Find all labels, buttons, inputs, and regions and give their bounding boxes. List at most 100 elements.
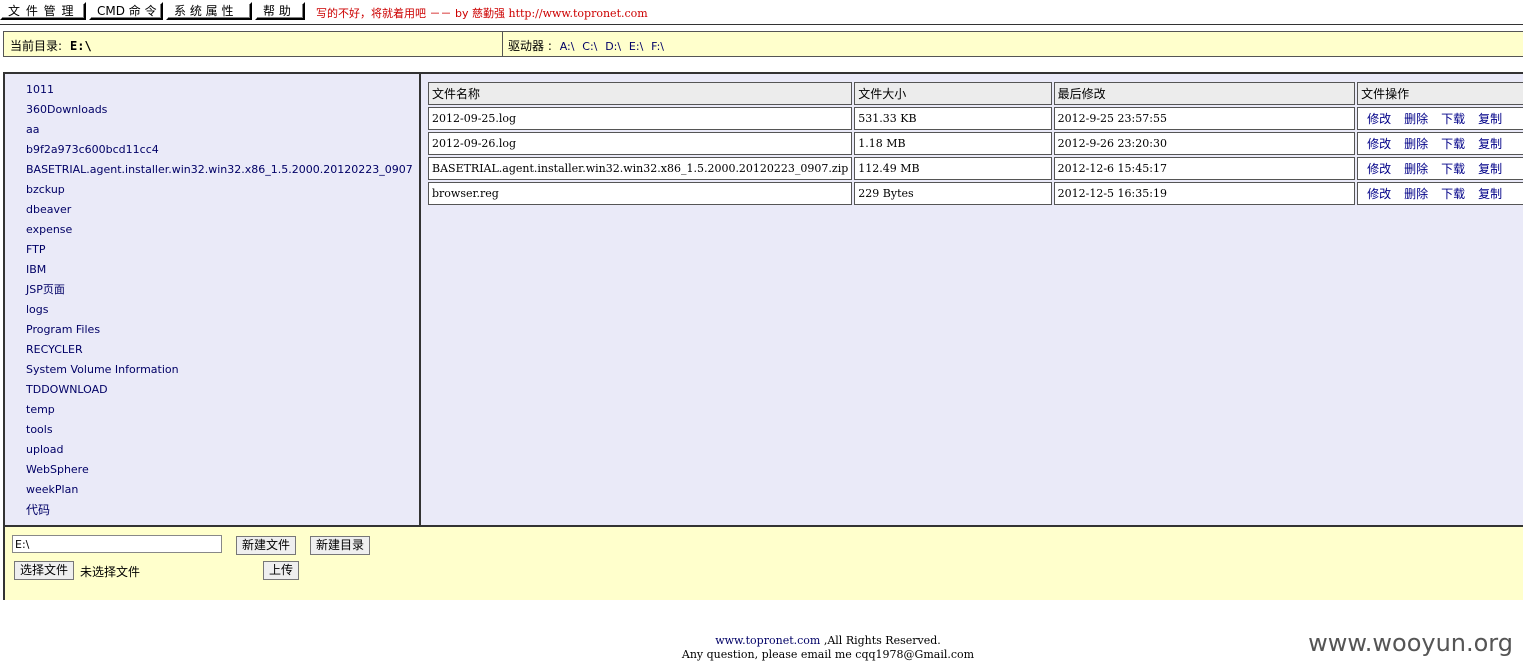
drive-d-link[interactable]: D:\ [605, 40, 621, 53]
drive-c-link[interactable]: C:\ [582, 40, 597, 53]
header-file-name: 文件名称 [428, 82, 853, 105]
file-name: BASETRIAL.agent.installer.win32.win32.x8… [428, 157, 853, 180]
folder-link[interactable]: upload [26, 443, 63, 457]
delete-link[interactable]: 删除 [1404, 162, 1428, 176]
footer: www.topronet.com ,All Rights Reserved. A… [0, 634, 1523, 662]
table-row: BASETRIAL.agent.installer.win32.win32.x8… [428, 157, 1523, 180]
file-modified: 2012-12-6 15:45:17 [1053, 157, 1356, 180]
folder-link[interactable]: weekPlan [26, 483, 78, 497]
folder-link[interactable]: RECYCLER [26, 343, 83, 357]
file-actions: 修改 删除 下载 复制 [1357, 132, 1523, 155]
menu-help[interactable]: 帮 助 [255, 2, 305, 20]
folder-link[interactable]: temp [26, 403, 55, 417]
header-last-modified: 最后修改 [1053, 82, 1356, 105]
footer-copyright: www.topronet.com ,All Rights Reserved. [0, 634, 1523, 648]
folder-link[interactable]: 1011 [26, 83, 54, 97]
file-name: 2012-09-26.log [428, 132, 853, 155]
slogan-url: http://www.topronet.com [508, 7, 648, 20]
top-divider [0, 24, 1523, 25]
file-table: 文件名称 文件大小 最后修改 文件操作 2012-09-25.log 531.3… [426, 80, 1523, 207]
folder-link[interactable]: expense [26, 223, 72, 237]
file-size: 112.49 MB [854, 157, 1052, 180]
folder-link[interactable]: JSP页面 [26, 283, 65, 297]
folder-link[interactable]: 360Downloads [26, 103, 107, 117]
action-panel: 新建文件 新建目录 选择文件 未选择文件 上传 [5, 525, 1523, 600]
copy-link[interactable]: 复制 [1478, 187, 1502, 201]
header-file-actions: 文件操作 [1357, 82, 1523, 105]
drive-a-link[interactable]: A:\ [560, 40, 575, 53]
file-actions: 修改 删除 下载 复制 [1357, 107, 1523, 130]
file-size: 1.18 MB [854, 132, 1052, 155]
folder-link[interactable]: aa [26, 123, 39, 137]
folder-link[interactable]: dbeaver [26, 203, 71, 217]
copy-link[interactable]: 复制 [1478, 137, 1502, 151]
choose-file-button[interactable]: 选择文件 [14, 561, 75, 580]
folder-link[interactable]: tools [26, 423, 53, 437]
current-directory-label: 当前目录: [10, 39, 63, 53]
file-name: browser.reg [428, 182, 853, 205]
file-table-header: 文件名称 文件大小 最后修改 文件操作 [428, 82, 1523, 105]
no-file-chosen-label: 未选择文件 [80, 565, 141, 579]
path-bar: 当前目录: E:\ 驱动器 : A:\ C:\ D:\ E:\ F:\ [3, 31, 1523, 57]
footer-contact: Any question, please email me cqq1978@Gm… [681, 648, 975, 661]
file-modified: 2012-9-26 23:20:30 [1053, 132, 1356, 155]
delete-link[interactable]: 删除 [1404, 137, 1428, 151]
folder-link[interactable]: bzckup [26, 183, 65, 197]
author-slogan: 写的不好，将就着用吧 －－ by 慈勤强 http://www.topronet… [316, 5, 648, 21]
upload-button[interactable]: 上传 [263, 561, 300, 580]
folder-link[interactable]: WebSphere [26, 463, 89, 477]
file-size: 229 Bytes [854, 182, 1052, 205]
file-modified: 2012-9-25 23:57:55 [1053, 107, 1356, 130]
menu-system-properties[interactable]: 系 统 属 性 [166, 2, 252, 20]
folder-sidebar: 1011 360Downloads aa b9f2a973c600bcd11cc… [5, 74, 421, 525]
download-link[interactable]: 下载 [1441, 162, 1465, 176]
copy-link[interactable]: 复制 [1478, 162, 1502, 176]
new-file-button[interactable]: 新建文件 [236, 536, 297, 555]
folder-link[interactable]: BASETRIAL.agent.installer.win32.win32.x8… [26, 163, 413, 177]
drive-list: 驱动器 : A:\ C:\ D:\ E:\ F:\ [508, 37, 664, 54]
download-link[interactable]: 下载 [1441, 187, 1465, 201]
edit-link[interactable]: 修改 [1367, 137, 1391, 151]
copy-link[interactable]: 复制 [1478, 112, 1502, 126]
watermark: www.wooyun.org [1308, 629, 1513, 657]
delete-link[interactable]: 删除 [1404, 112, 1428, 126]
download-link[interactable]: 下载 [1441, 112, 1465, 126]
download-link[interactable]: 下载 [1441, 137, 1465, 151]
drives-label: 驱动器 : [508, 39, 552, 53]
table-row: browser.reg 229 Bytes 2012-12-5 16:35:19… [428, 182, 1523, 205]
current-directory: 当前目录: E:\ [10, 37, 92, 54]
file-size: 531.33 KB [854, 107, 1052, 130]
file-name: 2012-09-25.log [428, 107, 853, 130]
folder-link[interactable]: System Volume Information [26, 363, 179, 377]
file-modified: 2012-12-5 16:35:19 [1053, 182, 1356, 205]
top-menu-bar: 文 件 管 理 CMD 命 令 系 统 属 性 帮 助 写的不好，将就着用吧 －… [0, 0, 1523, 24]
folder-link[interactable]: b9f2a973c600bcd11cc4 [26, 143, 159, 157]
menu-cmd-command[interactable]: CMD 命 令 [89, 2, 163, 20]
path-bar-divider [502, 32, 503, 56]
file-actions: 修改 删除 下载 复制 [1357, 182, 1523, 205]
folder-link[interactable]: 代码 [26, 503, 50, 517]
drive-f-link[interactable]: F:\ [651, 40, 664, 53]
menu-file-manager[interactable]: 文 件 管 理 [0, 2, 86, 20]
file-actions: 修改 删除 下载 复制 [1357, 157, 1523, 180]
delete-link[interactable]: 删除 [1404, 187, 1428, 201]
current-directory-value: E:\ [70, 39, 92, 53]
table-row: 2012-09-26.log 1.18 MB 2012-9-26 23:20:3… [428, 132, 1523, 155]
drive-e-link[interactable]: E:\ [629, 40, 643, 53]
header-file-size: 文件大小 [854, 82, 1052, 105]
file-list: 文件名称 文件大小 最后修改 文件操作 2012-09-25.log 531.3… [426, 80, 1523, 207]
folder-link[interactable]: IBM [26, 263, 46, 277]
edit-link[interactable]: 修改 [1367, 187, 1391, 201]
edit-link[interactable]: 修改 [1367, 162, 1391, 176]
edit-link[interactable]: 修改 [1367, 112, 1391, 126]
main-panel: 1011 360Downloads aa b9f2a973c600bcd11cc… [3, 72, 1523, 600]
footer-rights: ,All Rights Reserved. [823, 634, 941, 647]
path-input[interactable] [12, 535, 222, 553]
footer-link[interactable]: www.topronet.com [715, 634, 820, 647]
folder-link[interactable]: Program Files [26, 323, 100, 337]
table-row: 2012-09-25.log 531.33 KB 2012-9-25 23:57… [428, 107, 1523, 130]
folder-link[interactable]: TDDOWNLOAD [26, 383, 108, 397]
folder-link[interactable]: logs [26, 303, 49, 317]
new-directory-button[interactable]: 新建目录 [310, 536, 371, 555]
folder-link[interactable]: FTP [26, 243, 46, 257]
